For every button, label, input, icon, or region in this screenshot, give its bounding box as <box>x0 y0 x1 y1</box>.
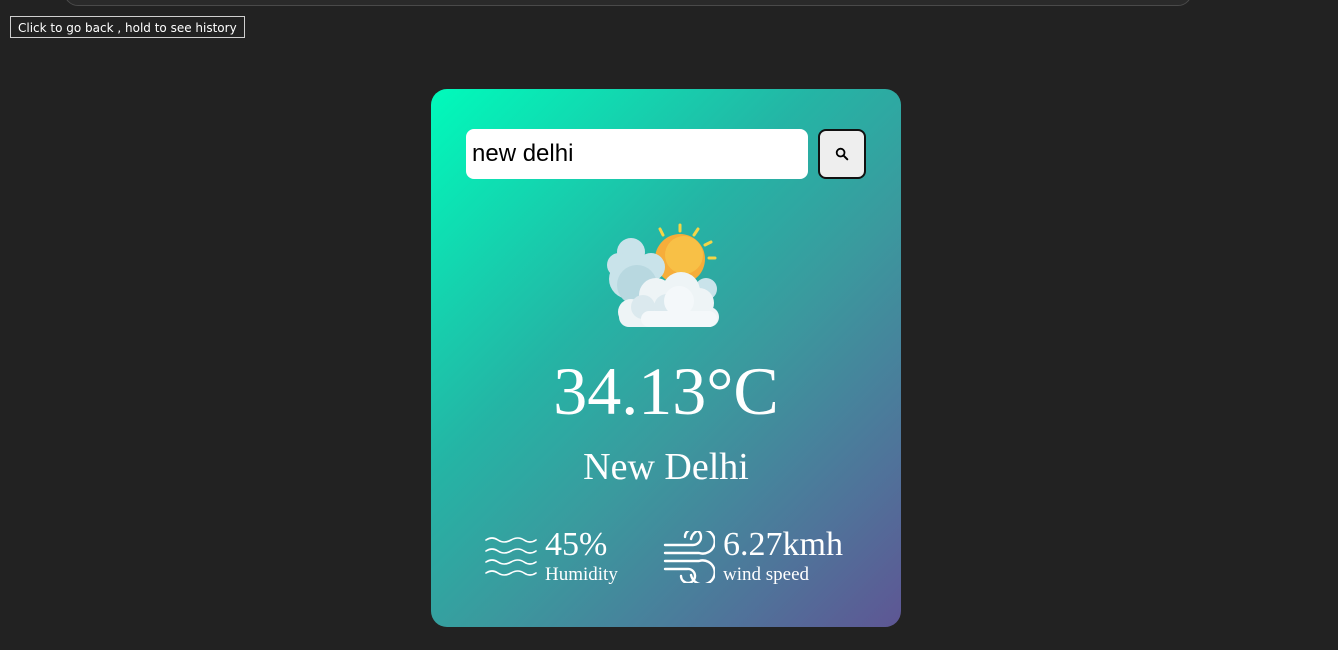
browser-address-bar[interactable] <box>64 0 1192 6</box>
sun-behind-clouds-icon <box>607 223 719 327</box>
city-name: New Delhi <box>583 446 749 488</box>
humidity-value: 45% <box>545 526 608 563</box>
humidity-waves-icon <box>485 536 537 576</box>
search-button[interactable] <box>818 129 866 179</box>
wind-speed-value: 6.27kmh <box>723 526 843 563</box>
weather-card: 34.13°C New Delhi 45% Humidity 6.2 <box>431 89 901 627</box>
humidity-label: Humidity <box>545 564 618 585</box>
wind-speed-label: wind speed <box>723 564 810 585</box>
back-button-tooltip: Click to go back , hold to see history <box>10 16 245 38</box>
search-icon <box>835 147 849 161</box>
humidity-block: 45% Humidity <box>485 527 618 586</box>
city-search-input[interactable] <box>466 129 808 179</box>
temperature-value: 34.13°C <box>553 353 779 429</box>
wind-block: 6.27kmh wind speed <box>663 527 843 586</box>
wind-icon <box>663 530 715 583</box>
